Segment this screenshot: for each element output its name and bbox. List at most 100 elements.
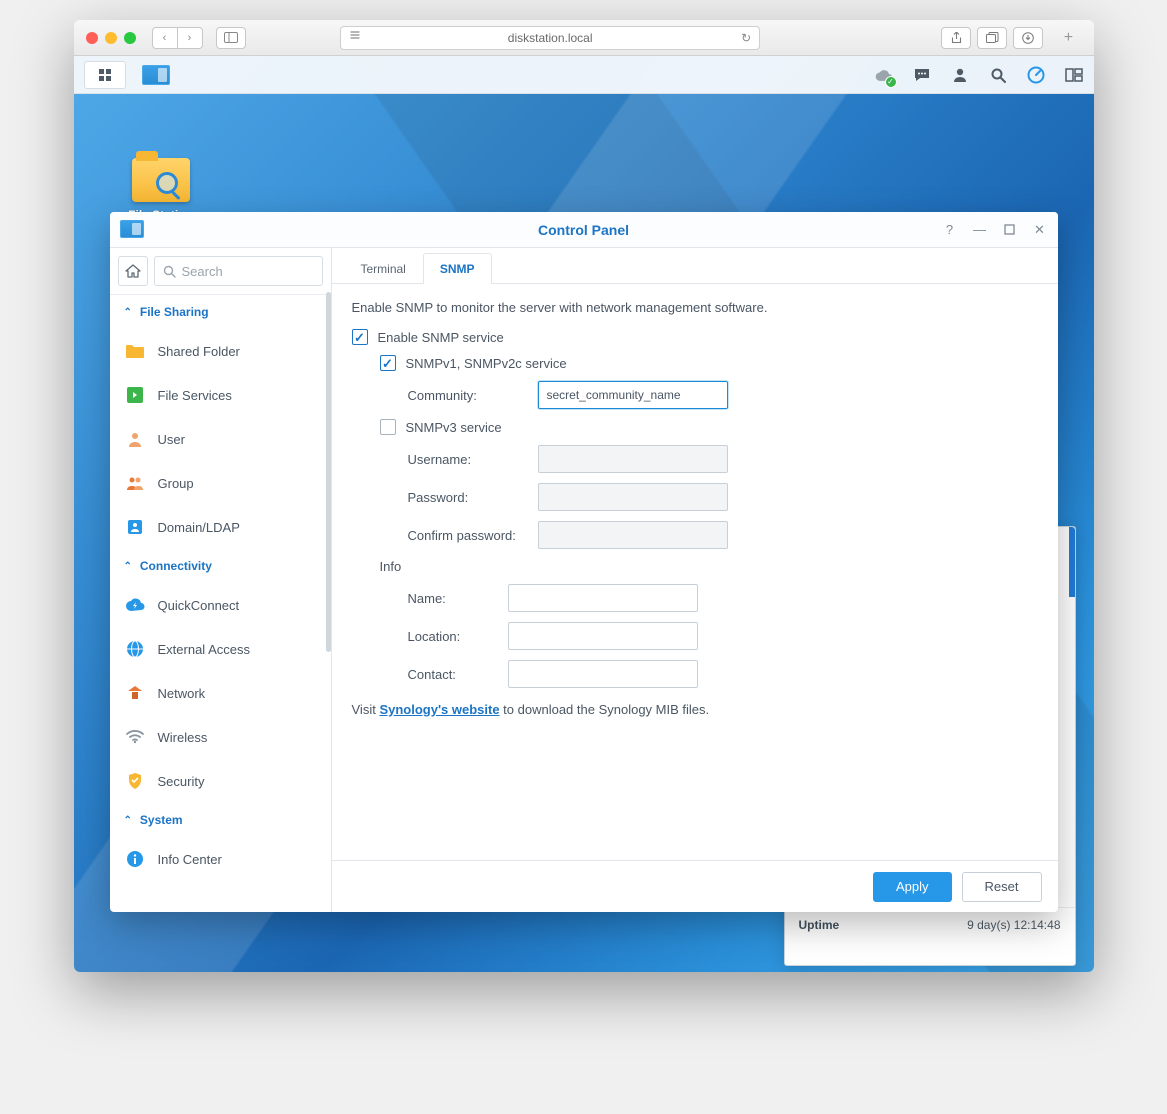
shield-icon <box>124 770 146 792</box>
apply-button[interactable]: Apply <box>873 872 952 902</box>
chevron-up-icon: ⌃ <box>124 561 132 572</box>
sidebar-search-input[interactable]: Search <box>154 256 323 286</box>
main-menu-button[interactable] <box>84 61 126 89</box>
forward-button[interactable]: › <box>177 27 203 49</box>
share-button[interactable] <box>941 27 971 49</box>
browser-window: ‹ › diskstation.local ↻ + <box>74 20 1094 972</box>
location-label: Location: <box>408 629 508 644</box>
tabs-button[interactable] <box>977 27 1007 49</box>
window-titlebar[interactable]: Control Panel ? — ✕ <box>110 212 1058 248</box>
home-icon <box>125 264 141 278</box>
confirm-password-input[interactable] <box>538 521 728 549</box>
confirm-password-label: Confirm password: <box>408 528 538 543</box>
task-control-panel[interactable] <box>132 65 180 85</box>
sidebar-item-shared-folder[interactable]: Shared Folder <box>110 329 331 373</box>
widgets-button[interactable] <box>1026 65 1046 85</box>
back-button[interactable]: ‹ <box>152 27 178 49</box>
sidebar-item-wireless[interactable]: Wireless <box>110 715 331 759</box>
section-system[interactable]: ⌃ System <box>110 803 331 837</box>
download-icon <box>1022 32 1034 44</box>
contact-input[interactable] <box>508 660 698 688</box>
sidebar-item-domain-ldap[interactable]: Domain/LDAP <box>110 505 331 549</box>
sidebar-item-security[interactable]: Security <box>110 759 331 803</box>
maximize-icon <box>1004 224 1015 235</box>
window-app-icon <box>120 220 144 240</box>
window-help-button[interactable]: ? <box>942 222 958 238</box>
community-input[interactable] <box>538 381 728 409</box>
refresh-icon[interactable]: ↻ <box>741 31 751 45</box>
downloads-button[interactable] <box>1013 27 1043 49</box>
url-field[interactable]: diskstation.local ↻ <box>340 26 760 50</box>
section-connectivity[interactable]: ⌃ Connectivity <box>110 549 331 583</box>
pilot-view-button[interactable] <box>1064 65 1084 85</box>
sidebar-item-external-access[interactable]: External Access <box>110 627 331 671</box>
search-icon <box>990 67 1006 83</box>
user-menu-button[interactable] <box>950 65 970 85</box>
search-button[interactable] <box>988 65 1008 85</box>
sidebar-item-quickconnect[interactable]: QuickConnect <box>110 583 331 627</box>
close-window-button[interactable] <box>86 32 98 44</box>
row-snmp-v3: SNMPv3 service <box>352 419 1038 435</box>
widget-uptime-row: Uptime 9 day(s) 12:14:48 <box>785 907 1075 942</box>
snmp-v12c-checkbox[interactable] <box>380 355 396 371</box>
zoom-window-button[interactable] <box>124 32 136 44</box>
row-contact: Contact: <box>352 660 1038 688</box>
password-input[interactable] <box>538 483 728 511</box>
window-minimize-button[interactable]: — <box>972 222 988 238</box>
enable-snmp-checkbox[interactable] <box>352 329 368 345</box>
new-tab-button[interactable]: + <box>1055 25 1081 51</box>
synology-website-link[interactable]: Synology's website <box>379 702 499 717</box>
password-label: Password: <box>408 490 538 505</box>
window-close-button[interactable]: ✕ <box>1032 222 1048 238</box>
enable-snmp-label: Enable SNMP service <box>378 330 504 345</box>
community-label: Community: <box>408 388 538 403</box>
group-icon <box>124 472 146 494</box>
snmp-v3-label: SNMPv3 service <box>406 420 502 435</box>
chat-icon <box>913 67 931 83</box>
sidebar-item-user[interactable]: User <box>110 417 331 461</box>
dashboard-icon <box>1027 66 1045 84</box>
control-panel-thumb-icon <box>142 65 170 85</box>
info-icon <box>124 848 146 870</box>
sidebar-item-info-center[interactable]: Info Center <box>110 837 331 881</box>
sidebar-item-network[interactable]: Network <box>110 671 331 715</box>
reader-icon <box>349 30 361 45</box>
file-services-icon <box>124 384 146 406</box>
window-title: Control Panel <box>538 222 629 238</box>
dsm-taskbar: ✓ <box>74 56 1094 94</box>
domain-icon <box>124 516 146 538</box>
tab-terminal[interactable]: Terminal <box>344 253 423 284</box>
location-input[interactable] <box>508 622 698 650</box>
minimize-window-button[interactable] <box>105 32 117 44</box>
sidebar-item-group[interactable]: Group <box>110 461 331 505</box>
sidebar-scrollbar[interactable] <box>326 292 331 652</box>
share-icon <box>951 32 962 44</box>
sidebar-toggle-button[interactable] <box>216 27 246 49</box>
window-maximize-button[interactable] <box>1002 222 1018 238</box>
tabs-icon <box>986 32 999 43</box>
row-location: Location: <box>352 622 1038 650</box>
cloud-status-button[interactable]: ✓ <box>874 65 894 85</box>
browser-titlebar: ‹ › diskstation.local ↻ + <box>74 20 1094 56</box>
name-label: Name: <box>408 591 508 606</box>
reset-button[interactable]: Reset <box>962 872 1042 902</box>
uptime-label: Uptime <box>799 918 840 932</box>
section-file-sharing[interactable]: ⌃ File Sharing <box>110 295 331 329</box>
snmp-v3-checkbox[interactable] <box>380 419 396 435</box>
url-text: diskstation.local <box>508 31 593 45</box>
tab-snmp[interactable]: SNMP <box>423 253 492 284</box>
name-input[interactable] <box>508 584 698 612</box>
cloud-ok-badge-icon: ✓ <box>885 76 897 88</box>
username-input[interactable] <box>538 445 728 473</box>
home-button[interactable] <box>118 256 148 286</box>
globe-icon <box>124 638 146 660</box>
browser-right-tools <box>941 27 1043 49</box>
notifications-button[interactable] <box>912 65 932 85</box>
folder-search-icon <box>132 158 190 202</box>
sidebar-item-file-services[interactable]: File Services <box>110 373 331 417</box>
main-panel: Terminal SNMP Enable SNMP to monitor the… <box>332 248 1058 912</box>
dsm-desktop: ✓ <box>74 56 1094 972</box>
chevron-up-icon: ⌃ <box>124 815 132 826</box>
uptime-value: 9 day(s) 12:14:48 <box>967 918 1060 932</box>
nav-buttons: ‹ › <box>152 27 202 49</box>
